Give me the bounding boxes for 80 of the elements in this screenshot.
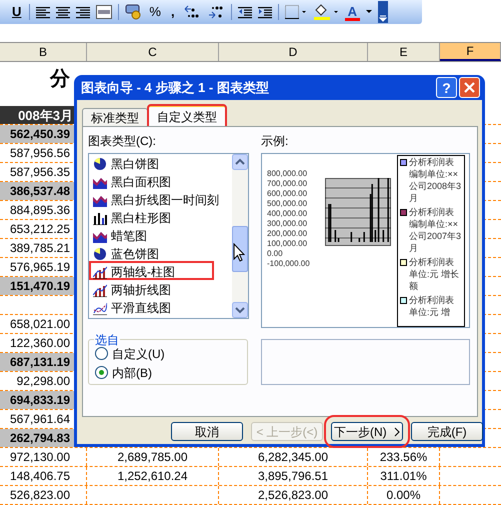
table-cell: 1,252,610.24	[87, 467, 219, 485]
scroll-down-icon[interactable]	[232, 302, 248, 318]
chart-type-icon	[93, 283, 107, 297]
table-cell: 2,689,785.00	[87, 448, 219, 466]
merge-cells-icon[interactable]	[96, 5, 112, 19]
chart-type-icon	[93, 211, 107, 225]
chart-type-item[interactable]: 黑白折线图一时间刻	[93, 191, 233, 209]
chart-type-icon	[93, 301, 107, 315]
table-cell: 972,130.00	[0, 448, 87, 466]
axis-label: 500,000.00	[267, 199, 308, 209]
column-header[interactable]: C	[87, 43, 219, 61]
comma-button[interactable]: ,	[168, 3, 177, 21]
axis-label: 800,000.00	[267, 169, 308, 179]
font-color-button[interactable]: A	[344, 3, 360, 21]
table-cell: 2,526,823.00	[219, 486, 368, 504]
increase-decimal-icon[interactable]	[182, 5, 201, 19]
dropdown-icon[interactable]	[366, 10, 372, 14]
legend-label: 分析利润表单位:元 增长额	[409, 256, 460, 292]
legend-label: 分析利润表编制单位:××公司2008年3月	[409, 156, 462, 204]
axis-label: -100,000.00	[267, 259, 310, 269]
tab[interactable]: 标准类型	[82, 108, 148, 127]
chart-type-item[interactable]: 平滑直线图	[93, 299, 233, 317]
help-button[interactable]: ?	[436, 77, 457, 98]
chart-type-item[interactable]: 黑白柱形图	[93, 209, 233, 227]
close-icon	[464, 82, 475, 93]
dialog-button[interactable]: 完成(F)	[411, 422, 483, 441]
chart-type-icon	[93, 265, 107, 279]
axis-label: 600,000.00	[267, 189, 308, 199]
table-cell: 148,406.75	[0, 467, 87, 485]
chart-type-icon	[93, 175, 107, 189]
axis-label: 100,000.00	[267, 239, 308, 249]
column-header[interactable]: F	[440, 43, 501, 61]
chart-type-item[interactable]: 蓝色饼图	[93, 245, 233, 263]
sample-label: 示例:	[261, 133, 288, 150]
legend-label: 分析利润表编制单位:××公司2007年3月	[409, 206, 462, 254]
chart-type-item[interactable]: 两轴线-柱图	[93, 263, 233, 281]
axis-label: 400,000.00	[267, 209, 308, 219]
scroll-up-icon[interactable]	[232, 154, 248, 170]
cursor-icon	[233, 243, 245, 262]
align-left-icon[interactable]	[36, 5, 50, 19]
fill-color-icon[interactable]	[312, 4, 339, 20]
table-cell: 0.00%	[368, 486, 440, 504]
toolbar-options-icon[interactable]	[378, 1, 388, 23]
axis-label: 0.00	[267, 249, 284, 259]
chart-type-icon	[93, 193, 107, 207]
align-right-icon[interactable]	[76, 5, 90, 19]
table-cell: 3,895,796.51	[219, 467, 368, 485]
borders-icon[interactable]	[284, 5, 307, 19]
align-center-icon[interactable]	[56, 5, 70, 19]
dialog-button[interactable]: 取消	[171, 422, 243, 441]
percent-button[interactable]: %	[147, 3, 163, 21]
currency-icon[interactable]	[125, 4, 142, 20]
decrease-indent-icon[interactable]	[238, 5, 252, 19]
table-cell: 233.56%	[368, 448, 440, 466]
table-cell: 6,282,345.00	[219, 448, 368, 466]
chart-type-icon	[93, 229, 107, 243]
chart-type-item[interactable]: 黑白面积图	[93, 173, 233, 191]
chart-type-icon	[93, 247, 107, 261]
chart-type-item[interactable]: 黑白饼图	[93, 155, 233, 173]
plot-area-drawing	[325, 178, 391, 246]
table-cell: 526,823.00	[0, 486, 87, 504]
increase-indent-icon[interactable]	[258, 5, 272, 19]
legend-label: 分析利润表单位:元 增	[409, 294, 455, 318]
column-header[interactable]: B	[0, 43, 87, 61]
axis-label: 300,000.00	[267, 219, 308, 229]
decrease-decimal-icon[interactable]	[206, 5, 225, 19]
chart-type-icon	[93, 157, 107, 171]
table-cell: 311.01%	[368, 467, 440, 485]
list-label: 图表类型(C):	[88, 133, 156, 150]
tab[interactable]: 自定义类型	[148, 105, 226, 127]
axis-label: 700,000.00	[267, 179, 308, 189]
chart-type-item[interactable]: 蜡笔图	[93, 227, 233, 245]
close-button[interactable]	[459, 77, 480, 98]
window-title: 图表向导 - 4 步骤之 1 - 图表类型	[81, 78, 270, 97]
sheet-title: 分	[50, 67, 70, 92]
radio-option[interactable]: 内部(B)	[95, 364, 165, 381]
chart-type-item[interactable]: 两轴折线图	[93, 281, 233, 299]
column-header[interactable]: D	[219, 43, 368, 61]
underline-button[interactable]: U	[10, 3, 24, 21]
axis-label: 200,000.00	[267, 229, 308, 239]
